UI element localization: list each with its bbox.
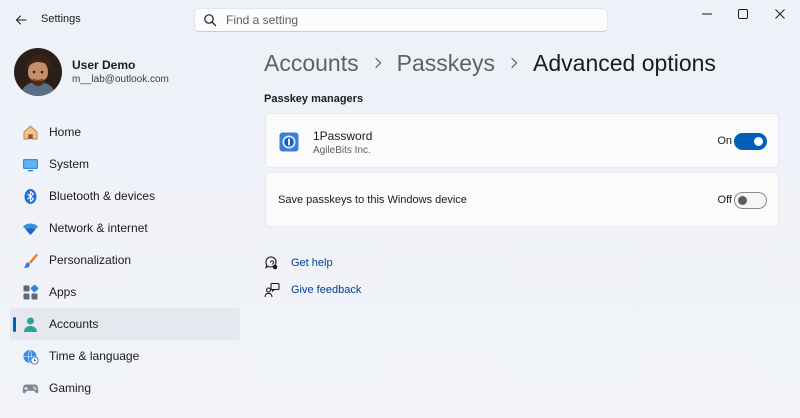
sidebar-item-home[interactable]: Home bbox=[10, 116, 240, 148]
breadcrumb: Accounts Passkeys Advanced options bbox=[264, 47, 716, 79]
card-title: 1Password bbox=[313, 129, 373, 143]
accounts-icon bbox=[21, 315, 39, 333]
sidebar-item-label: Gaming bbox=[49, 381, 92, 395]
breadcrumb-accounts[interactable]: Accounts bbox=[264, 50, 359, 77]
sidebar-nav: Home System Bluetooth & devices Network … bbox=[10, 116, 240, 404]
toggle-state-label: Off bbox=[717, 194, 732, 206]
search-input[interactable] bbox=[226, 13, 586, 27]
minimize-button[interactable] bbox=[694, 6, 720, 22]
section-title: Passkey managers bbox=[264, 93, 364, 105]
sidebar-item-label: Personalization bbox=[49, 253, 132, 267]
close-button[interactable] bbox=[767, 6, 793, 22]
page-title: Advanced options bbox=[533, 49, 716, 76]
system-icon bbox=[21, 155, 39, 173]
wifi-icon bbox=[21, 219, 39, 237]
sidebar-item-personalization[interactable]: Personalization bbox=[10, 244, 240, 276]
maximize-icon bbox=[738, 9, 748, 19]
search-icon bbox=[203, 13, 217, 27]
link-label: Get help bbox=[291, 257, 333, 269]
arrow-left-icon bbox=[15, 15, 27, 25]
save-passkeys-toggle[interactable] bbox=[734, 192, 767, 209]
close-icon bbox=[775, 9, 785, 19]
1password-toggle[interactable] bbox=[734, 133, 767, 150]
save-passkeys-card: Save passkeys to this Windows device Off bbox=[265, 172, 779, 227]
user-email: m__lab@outlook.com bbox=[72, 74, 169, 85]
sidebar-item-label: Home bbox=[49, 125, 82, 139]
sidebar-item-time-language[interactable]: Time & language bbox=[10, 340, 240, 372]
avatar bbox=[14, 48, 62, 96]
sidebar-item-label: Time & language bbox=[49, 349, 140, 363]
card-subtitle: AgileBits Inc. bbox=[313, 145, 371, 156]
sidebar-item-gaming[interactable]: Gaming bbox=[10, 372, 240, 404]
sidebar-item-accounts[interactable]: Accounts bbox=[10, 308, 240, 340]
brush-icon bbox=[21, 251, 39, 269]
help-icon bbox=[264, 255, 280, 271]
breadcrumb-passkeys[interactable]: Passkeys bbox=[397, 50, 495, 77]
toggle-knob bbox=[738, 196, 747, 205]
sidebar-item-label: Apps bbox=[49, 285, 77, 299]
feedback-icon bbox=[264, 282, 280, 298]
passkey-manager-card: 1Password AgileBits Inc. On bbox=[265, 113, 779, 168]
sidebar-item-label: Accounts bbox=[49, 317, 99, 331]
apps-icon bbox=[21, 283, 39, 301]
toggle-state-label: On bbox=[717, 135, 732, 147]
sidebar-item-apps[interactable]: Apps bbox=[10, 276, 240, 308]
gamepad-icon bbox=[21, 379, 39, 397]
back-button[interactable] bbox=[10, 9, 32, 31]
home-icon bbox=[21, 123, 39, 141]
maximize-button[interactable] bbox=[730, 6, 756, 22]
link-label: Give feedback bbox=[291, 284, 362, 296]
1password-icon bbox=[279, 132, 299, 152]
toggle-knob bbox=[754, 137, 763, 146]
user-profile[interactable]: User Demo m__lab@outlook.com bbox=[14, 48, 234, 98]
globe-clock-icon bbox=[21, 347, 39, 365]
sidebar-item-label: Bluetooth & devices bbox=[49, 189, 156, 203]
search-box[interactable] bbox=[194, 8, 608, 32]
user-name: User Demo bbox=[72, 58, 136, 72]
sidebar-item-bluetooth[interactable]: Bluetooth & devices bbox=[10, 180, 240, 212]
title-bar: Settings bbox=[0, 0, 800, 40]
bluetooth-icon bbox=[21, 187, 39, 205]
card-title: Save passkeys to this Windows device bbox=[278, 194, 467, 206]
sidebar-item-label: Network & internet bbox=[49, 221, 148, 235]
chevron-right-icon bbox=[508, 57, 520, 69]
chevron-right-icon bbox=[372, 57, 384, 69]
give-feedback-link[interactable]: Give feedback bbox=[264, 281, 361, 299]
minimize-icon bbox=[702, 13, 712, 15]
app-title: Settings bbox=[41, 13, 81, 25]
sidebar-item-system[interactable]: System bbox=[10, 148, 240, 180]
sidebar-item-label: System bbox=[49, 157, 90, 171]
sidebar-item-network[interactable]: Network & internet bbox=[10, 212, 240, 244]
get-help-link[interactable]: Get help bbox=[264, 254, 333, 272]
